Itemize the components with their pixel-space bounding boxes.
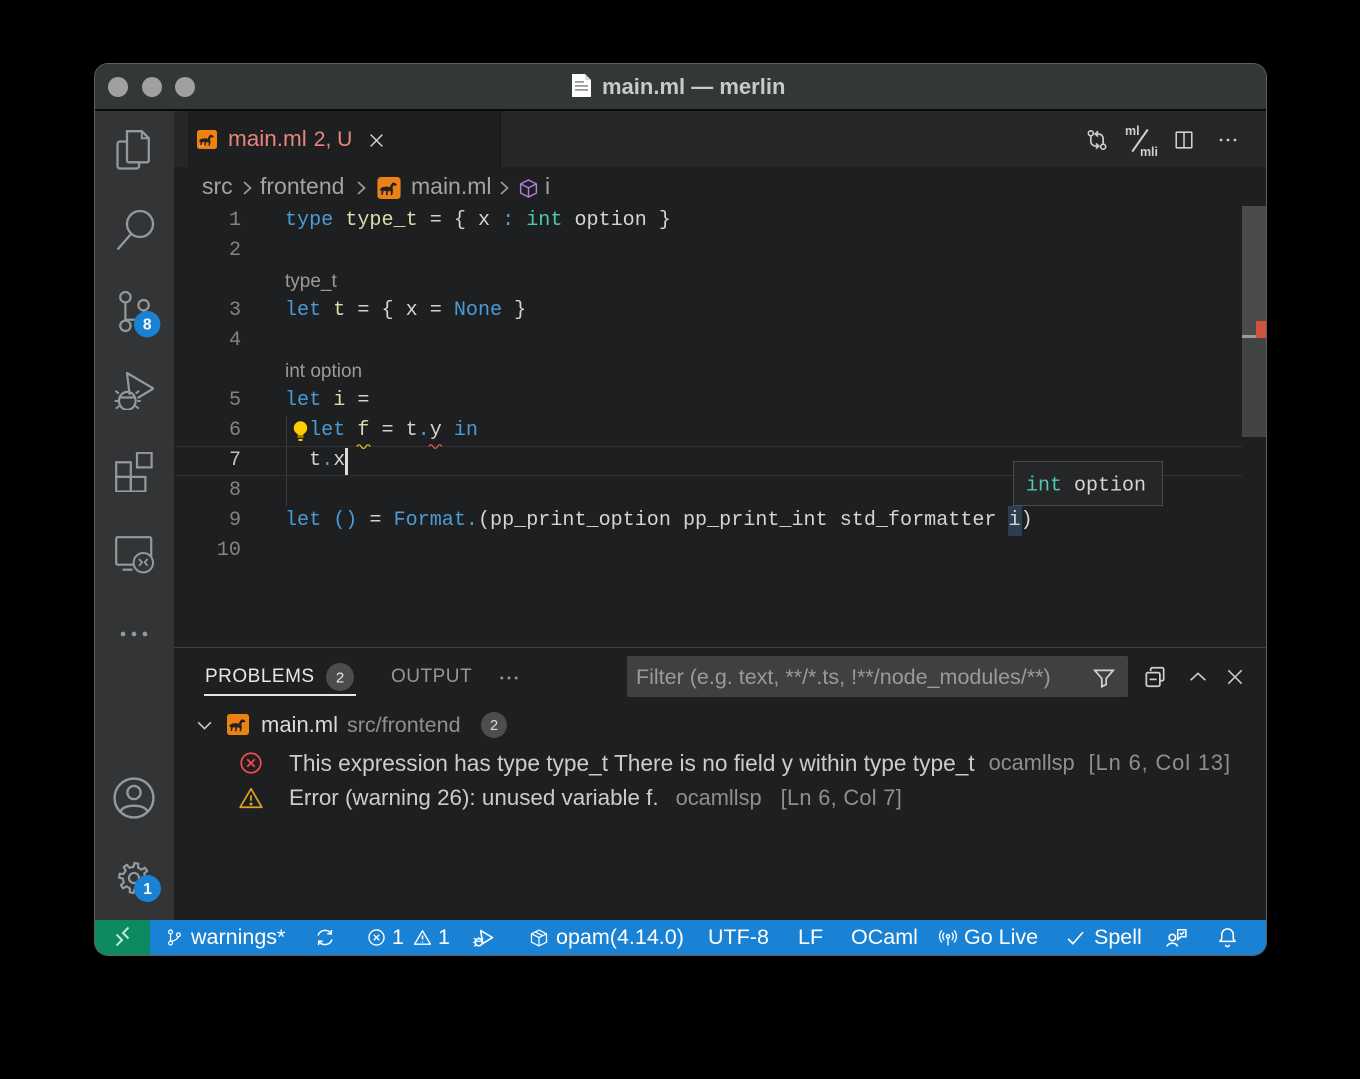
svg-text:2: 2 [490, 718, 498, 734]
svg-text:2: 2 [336, 669, 344, 686]
svg-text:Filter (e.g. text, **/*.ts, !*: Filter (e.g. text, **/*.ts, !**/node_mod… [636, 665, 1051, 689]
svg-text:int option: int option [1026, 475, 1146, 498]
svg-text:1: 1 [143, 881, 152, 898]
